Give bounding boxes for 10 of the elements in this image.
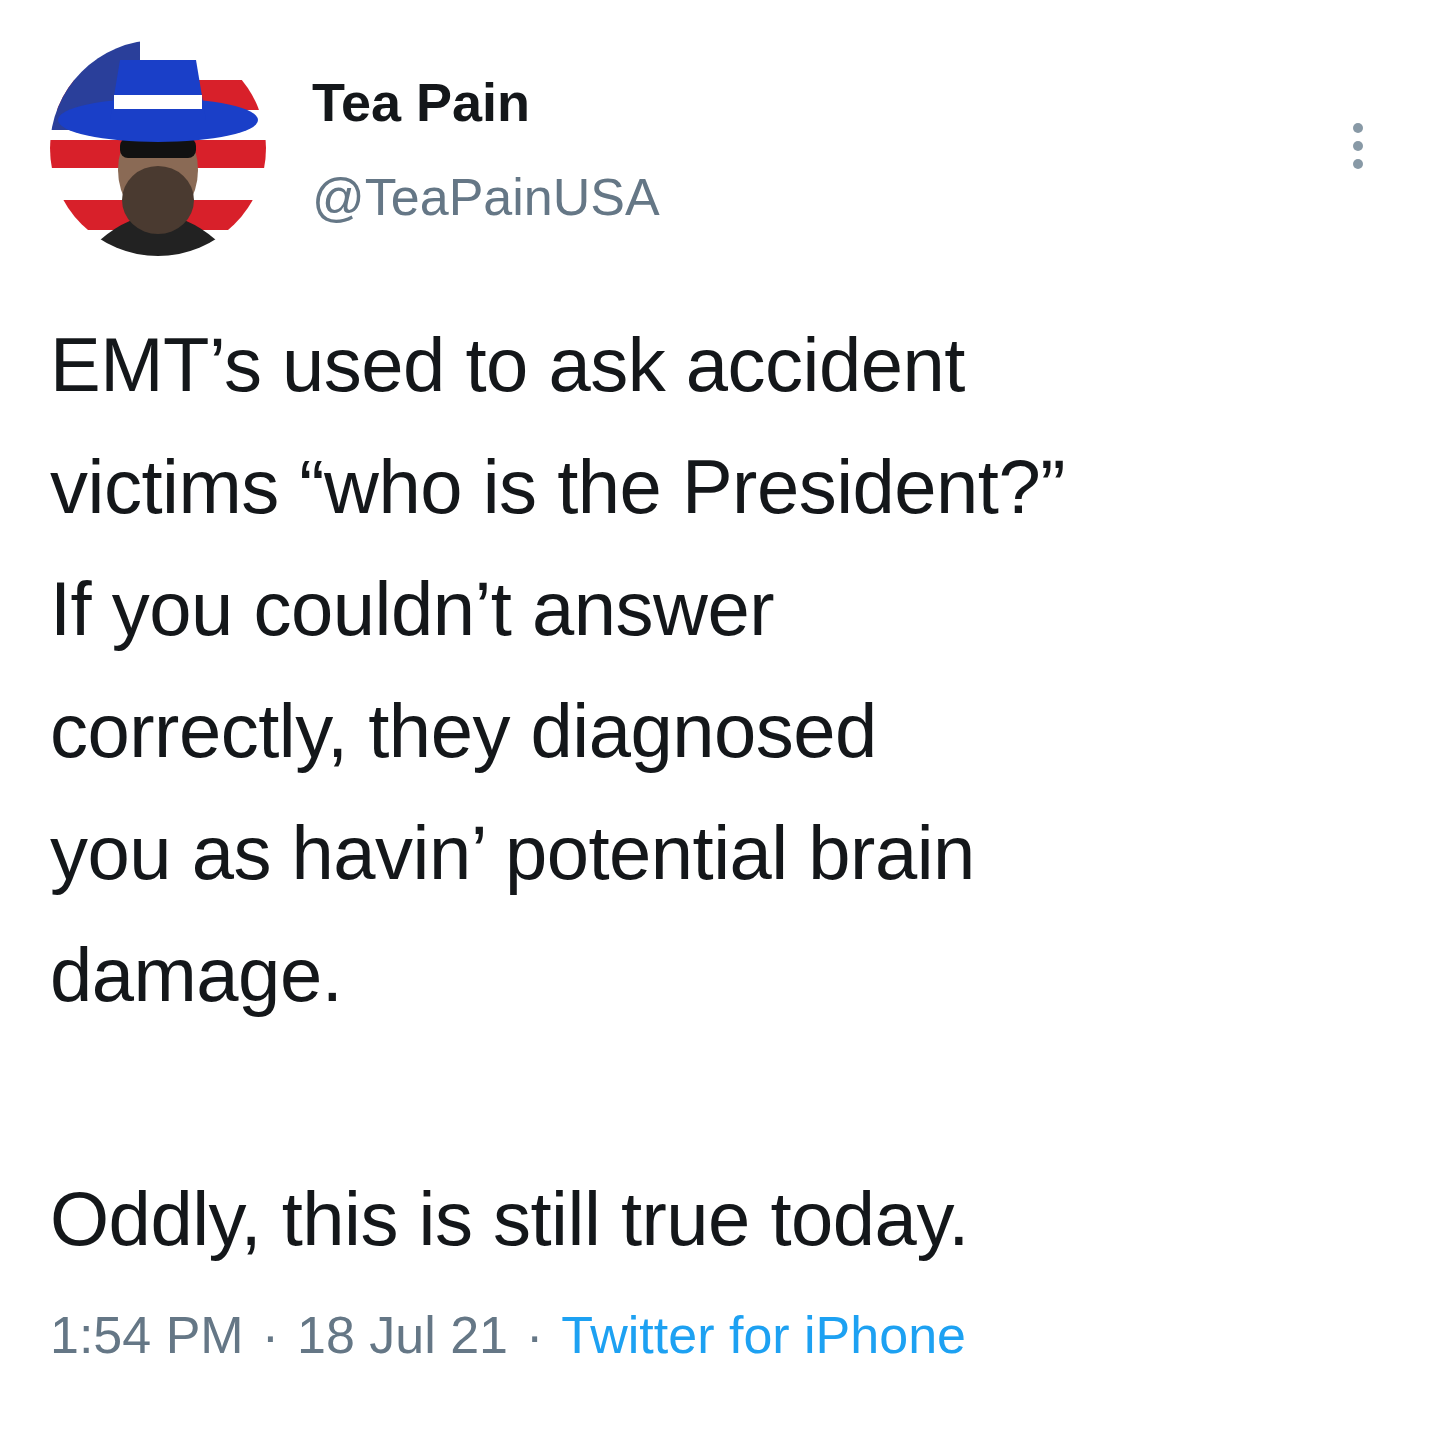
separator: · [261, 1305, 279, 1366]
author-name[interactable]: Tea Pain [312, 70, 660, 134]
more-icon[interactable] [1350, 122, 1366, 170]
author-handle[interactable]: @TeaPainUSA [312, 166, 660, 228]
tweet-text: EMT’s used to ask accident victims “who is the President?” If you couldn’t answer correctly, they diagnosed you as havin’ potential brain damage. [50, 321, 1067, 1019]
tweet-text: Oddly, this is still true today. [50, 1175, 970, 1263]
source-link[interactable]: Twitter for iPhone [561, 1304, 966, 1366]
tweet-time: 1:54 PM [50, 1305, 244, 1366]
separator: · [526, 1305, 544, 1366]
tweet-date: 18 Jul 21 [297, 1305, 509, 1366]
